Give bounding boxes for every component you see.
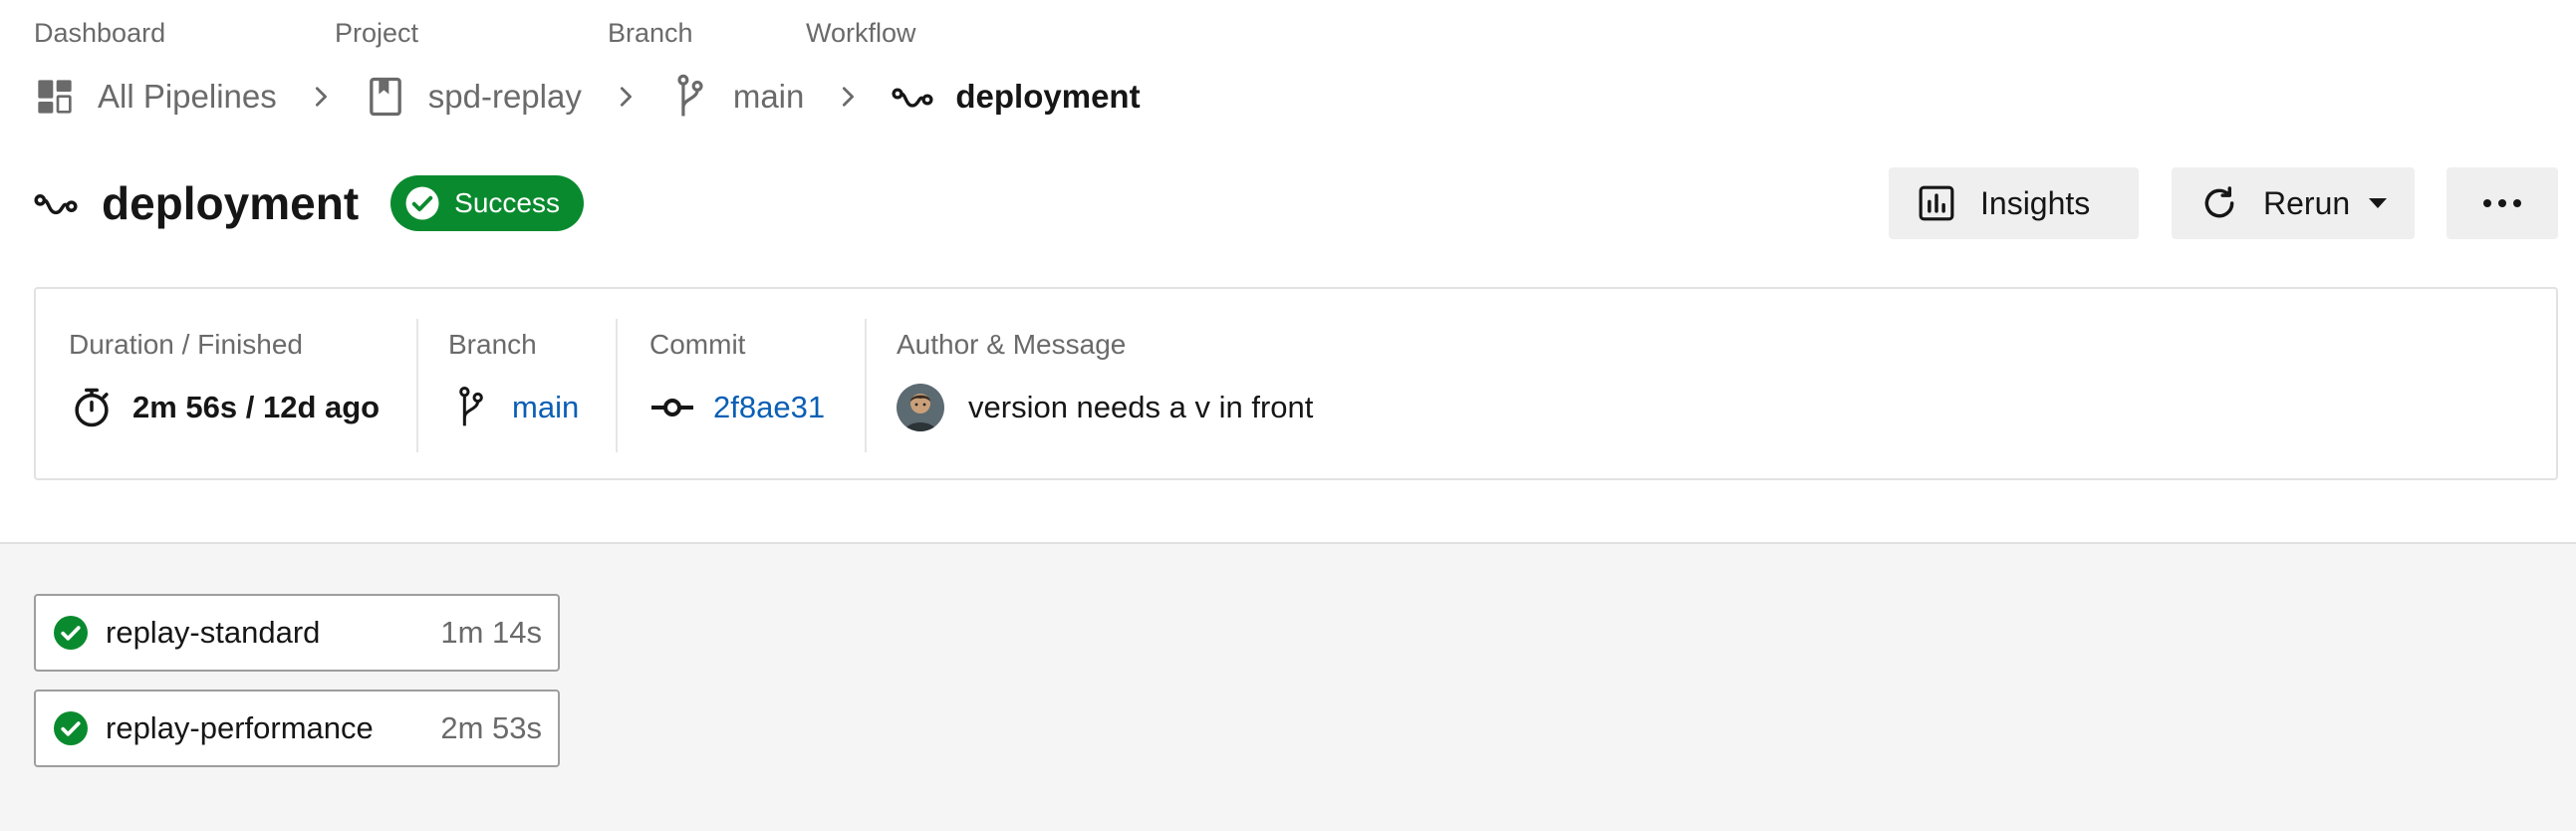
commit-value-row: 2f8ae31	[649, 385, 825, 430]
more-options-button[interactable]	[2447, 167, 2558, 239]
workflow-icon	[34, 180, 80, 226]
dashboard-icon	[34, 76, 76, 118]
jobs-panel: replay-standard 1m 14s replay-performanc…	[0, 542, 2576, 831]
pipeline-summary-card: Duration / Finished 2m 56s / 12d ago Bra…	[34, 287, 2558, 480]
status-badge: Success	[390, 175, 584, 231]
bookmark-icon	[365, 76, 406, 118]
job-duration: 2m 53s	[440, 710, 542, 745]
author-label: Author & Message	[897, 329, 1127, 360]
breadcrumb-dashboard-text: All Pipelines	[98, 78, 277, 115]
breadcrumb-workflow-text: deployment	[955, 78, 1141, 115]
status-badge-label: Success	[454, 187, 560, 218]
duration-value-row: 2m 56s / 12d ago	[69, 385, 380, 430]
job-name: replay-standard	[106, 615, 321, 650]
breadcrumb-branch-text: main	[732, 78, 805, 115]
bar-chart-icon	[1917, 183, 1956, 223]
avatar[interactable]	[897, 384, 944, 431]
caret-down-icon	[2368, 196, 2388, 210]
git-commit-icon	[649, 385, 695, 430]
rerun-button-label: Rerun	[2263, 184, 2351, 221]
stopwatch-icon	[69, 385, 115, 430]
refresh-icon	[2199, 183, 2239, 223]
more-horizontal-icon	[2482, 198, 2522, 208]
rerun-button[interactable]: Rerun	[2172, 167, 2415, 239]
job-duration: 1m 14s	[440, 615, 542, 650]
branch-label: Branch	[448, 329, 537, 360]
duration-label: Duration / Finished	[69, 329, 304, 360]
breadcrumb-project-text: spd-replay	[427, 78, 582, 115]
chevron-right-icon	[836, 85, 860, 109]
breadcrumb-label-workflow: Workflow	[806, 18, 916, 48]
check-circle-icon	[54, 711, 88, 745]
breadcrumb-label-branch: Branch	[608, 18, 693, 48]
job-item[interactable]: replay-standard 1m 14s	[34, 594, 560, 672]
git-branch-icon	[448, 385, 494, 430]
page-header: deployment Success	[34, 171, 584, 235]
breadcrumb-project-link[interactable]: spd-replay	[365, 76, 582, 118]
author-value-row: version needs a v in front	[897, 384, 1314, 431]
commit-link[interactable]: 2f8ae31	[713, 390, 825, 425]
chevron-right-icon	[309, 85, 333, 109]
duration-value: 2m 56s / 12d ago	[132, 390, 381, 424]
breadcrumb-label-project: Project	[335, 18, 419, 48]
breadcrumb-branch-link[interactable]: main	[669, 74, 805, 118]
divider	[416, 319, 418, 452]
job-item[interactable]: replay-performance 2m 53s	[34, 690, 560, 767]
breadcrumb-workflow-current: deployment	[892, 76, 1141, 118]
commit-message: version needs a v in front	[968, 390, 1314, 424]
insights-button-label: Insights	[1980, 184, 2091, 221]
breadcrumb-label-dashboard: Dashboard	[34, 18, 166, 48]
chevron-right-icon	[614, 85, 638, 109]
insights-button[interactable]: Insights	[1889, 167, 2139, 239]
divider	[616, 319, 618, 452]
job-name: replay-performance	[106, 710, 374, 745]
git-branch-icon	[669, 74, 711, 118]
divider	[865, 319, 867, 452]
breadcrumb: All Pipelines spd-replay main deployment	[34, 72, 1141, 122]
breadcrumb-dashboard-link[interactable]: All Pipelines	[34, 76, 277, 118]
branch-link[interactable]: main	[512, 390, 579, 425]
branch-value-row: main	[448, 385, 579, 430]
commit-label: Commit	[649, 329, 746, 360]
workflow-icon	[892, 76, 933, 118]
check-circle-icon	[54, 616, 88, 650]
page-title: deployment	[102, 177, 360, 229]
check-circle-icon	[405, 186, 439, 220]
